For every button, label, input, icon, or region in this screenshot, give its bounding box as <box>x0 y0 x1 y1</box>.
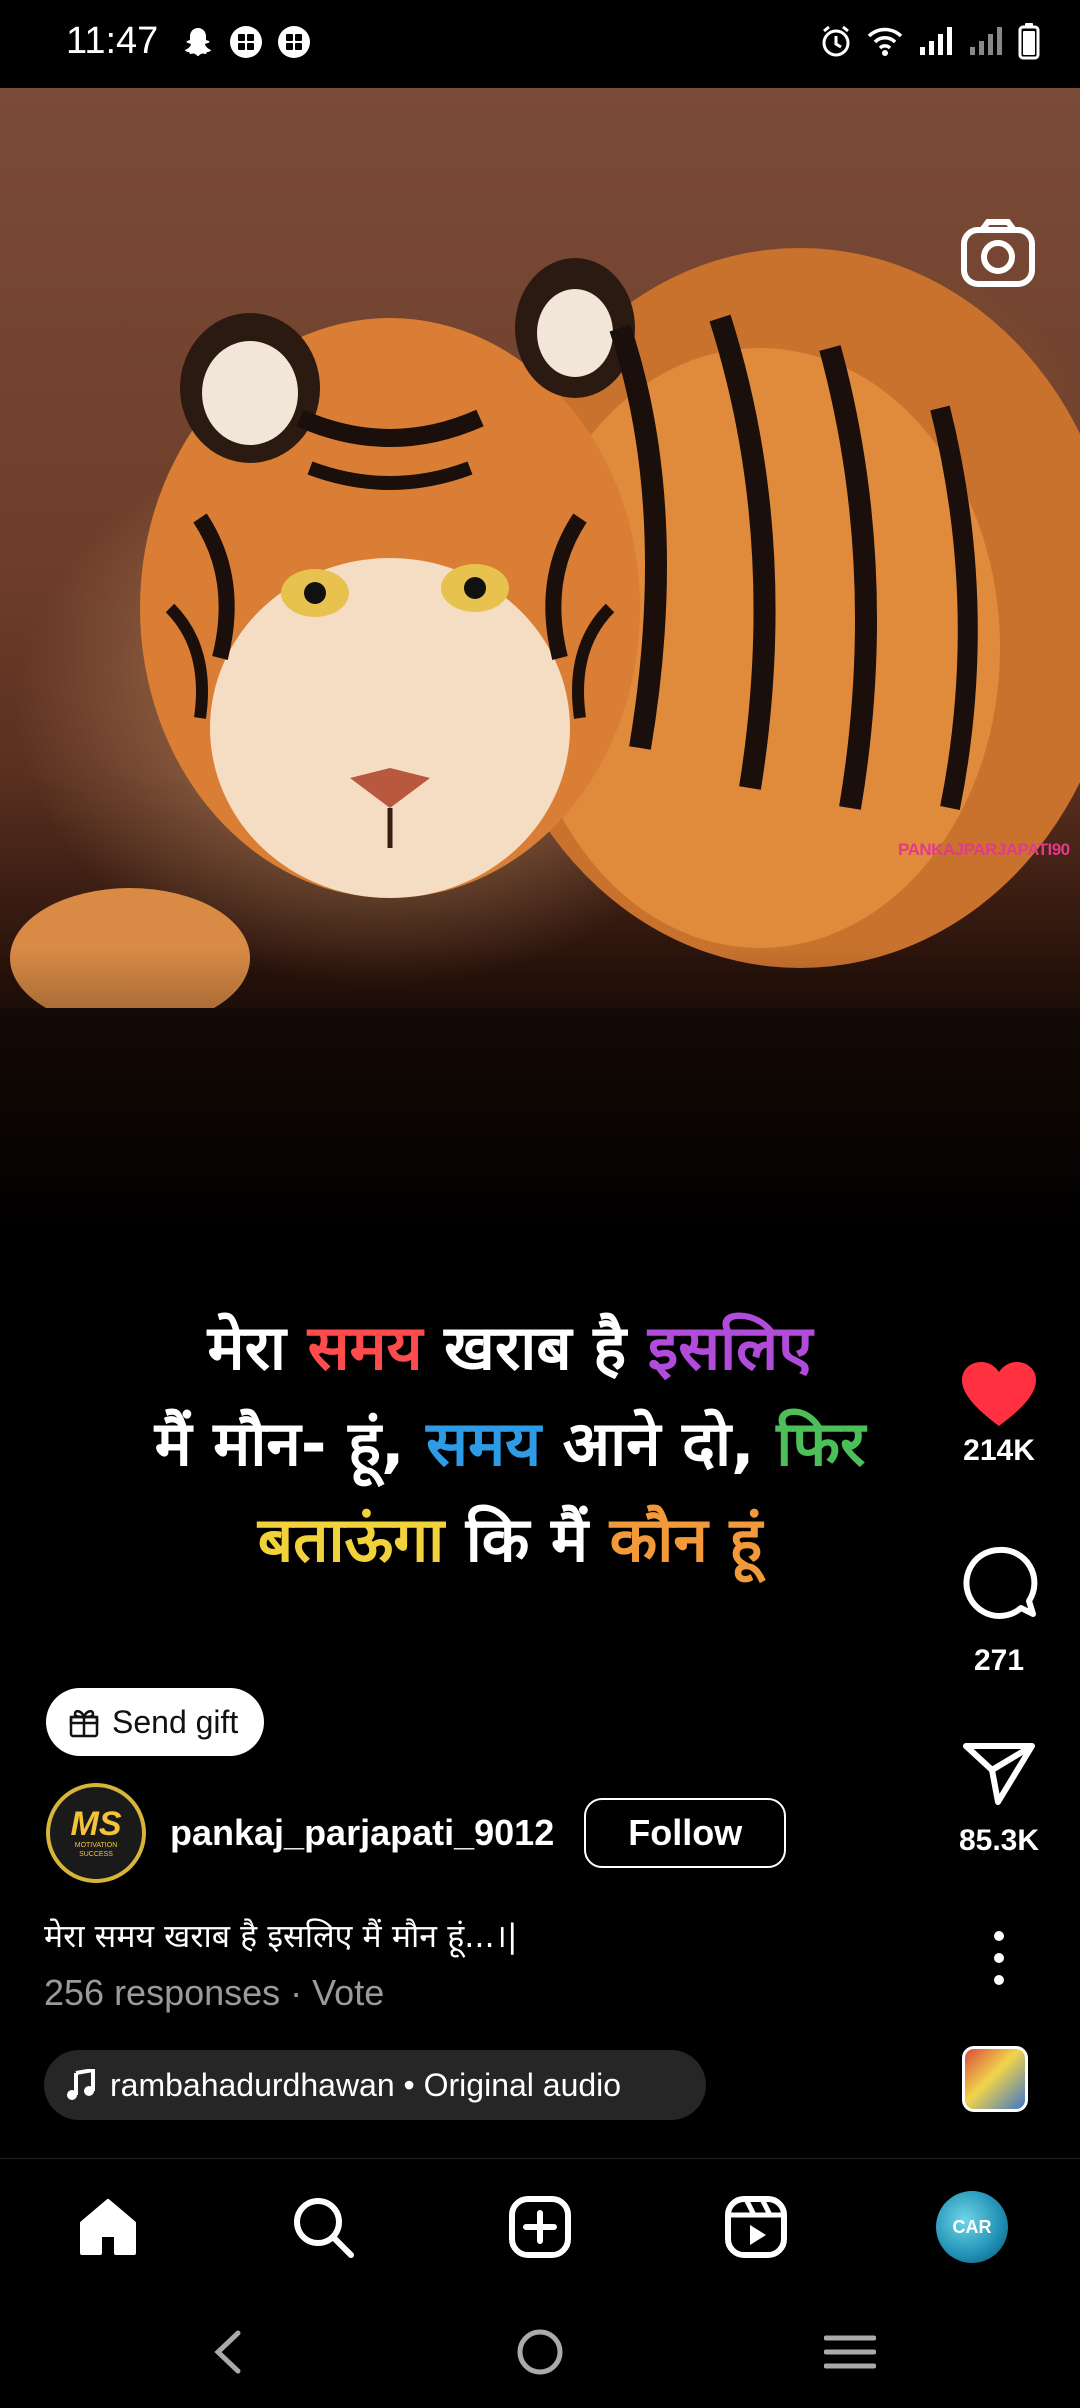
nav-profile[interactable]: CAR <box>934 2189 1010 2265</box>
quote-segment: समय <box>307 1311 423 1384</box>
avatar-subtext: MOTIVATION SUCCESS <box>74 1842 118 1858</box>
more-options-button[interactable] <box>944 1928 1054 1992</box>
gift-icon <box>69 1709 99 1738</box>
wifi-icon <box>867 27 903 56</box>
audio-thumbnail[interactable] <box>962 2046 1028 2112</box>
system-nav <box>0 2294 1080 2408</box>
poll-responses[interactable]: 256 responses · Vote <box>44 1972 384 2014</box>
caption-text[interactable]: मेरा समय खराब है इसलिए मैं मौन हूं...।| <box>44 1914 518 1957</box>
watermark: PANKAJPARJAPATI90 <box>898 840 1070 859</box>
follow-button[interactable]: Follow <box>584 1798 787 1868</box>
profile-avatar: CAR <box>936 2191 1008 2263</box>
audio-pill[interactable]: rambahadurdhawan • Original audio <box>44 2050 706 2120</box>
system-home-button[interactable] <box>510 2322 570 2382</box>
send-gift-label: Send gift <box>112 1703 239 1740</box>
status-time: 11:47 <box>66 20 159 62</box>
comment-count: 271 <box>973 1644 1025 1677</box>
quote-line-2: मैं मौन- हूं, समय आने दो, फिर <box>60 1396 960 1492</box>
camera-button[interactable] <box>960 218 1036 288</box>
back-icon <box>214 2330 241 2374</box>
music-note-icon <box>67 2069 95 2100</box>
recents-icon <box>824 2335 876 2369</box>
like-button[interactable]: 214K <box>944 1360 1054 1468</box>
app-icon <box>230 26 262 58</box>
app-icon <box>278 26 310 58</box>
status-left-icons <box>180 24 312 60</box>
quote-segment: मैं मौन- हूं, <box>154 1407 427 1480</box>
quote-segment: मेरा <box>207 1311 308 1384</box>
share-button[interactable]: 85.3K <box>944 1740 1054 1858</box>
share-count: 85.3K <box>958 1824 1040 1857</box>
nav-search[interactable] <box>285 2189 361 2265</box>
more-icon <box>994 1931 1004 1985</box>
quote-segment: कौन हूं <box>609 1503 763 1576</box>
media-fade <box>0 948 1080 1268</box>
create-icon <box>509 2196 571 2258</box>
quote-segment: आने दो, <box>541 1407 777 1480</box>
author-username[interactable]: pankaj_parjapati_9012 <box>170 1812 554 1854</box>
camera-icon <box>961 219 1035 287</box>
quote-segment: फिर <box>776 1407 866 1480</box>
snapchat-icon <box>185 28 211 56</box>
send-icon <box>963 1743 1035 1805</box>
search-icon <box>294 2198 354 2258</box>
home-icon <box>80 2199 136 2255</box>
nav-home[interactable] <box>70 2189 146 2265</box>
system-back-button[interactable] <box>198 2322 258 2382</box>
quote-line-3: बताऊंगा कि मैं कौन हूं <box>60 1492 960 1588</box>
audio-label: rambahadurdhawan • Original audio <box>110 2066 622 2103</box>
bottom-nav: CAR <box>0 2158 1080 2295</box>
author-avatar[interactable]: MS MOTIVATION SUCCESS <box>46 1783 146 1883</box>
author-row: MS MOTIVATION SUCCESS pankaj_parjapati_9… <box>46 1782 787 1884</box>
nav-reels[interactable] <box>718 2189 794 2265</box>
battery-icon <box>1018 23 1040 60</box>
signal-icon <box>970 27 1002 55</box>
heart-icon <box>962 1362 1036 1426</box>
avatar-initials: MS <box>70 1805 122 1843</box>
quote-segment: कि मैं <box>444 1503 610 1576</box>
quote-segment: बताऊंगा <box>257 1503 445 1576</box>
nav-create[interactable] <box>502 2189 578 2265</box>
reels-icon <box>725 2196 787 2258</box>
reel-video[interactable]: PANKAJPARJAPATI90 <box>0 88 1080 1268</box>
status-bar: 11:47 <box>0 0 1080 88</box>
quote-line-1: मेरा समय खराब है इसलिए <box>60 1300 960 1396</box>
quote-segment: खराब है <box>422 1311 648 1384</box>
quote-segment: समय <box>426 1407 542 1480</box>
like-count: 214K <box>963 1434 1035 1467</box>
system-recents-button[interactable] <box>820 2322 880 2382</box>
alarm-icon <box>822 25 850 57</box>
status-right-icons <box>820 22 1040 60</box>
comment-icon <box>963 1546 1038 1619</box>
signal-icon <box>920 27 952 55</box>
comment-button[interactable]: 271 <box>944 1544 1054 1678</box>
overlay-quote: मेरा समय खराब है इसलिए मैं मौन- हूं, समय… <box>60 1300 960 1588</box>
quote-segment: इसलिए <box>647 1311 813 1384</box>
home-circle-icon <box>517 2329 563 2375</box>
send-gift-button[interactable]: Send gift <box>46 1688 265 1756</box>
